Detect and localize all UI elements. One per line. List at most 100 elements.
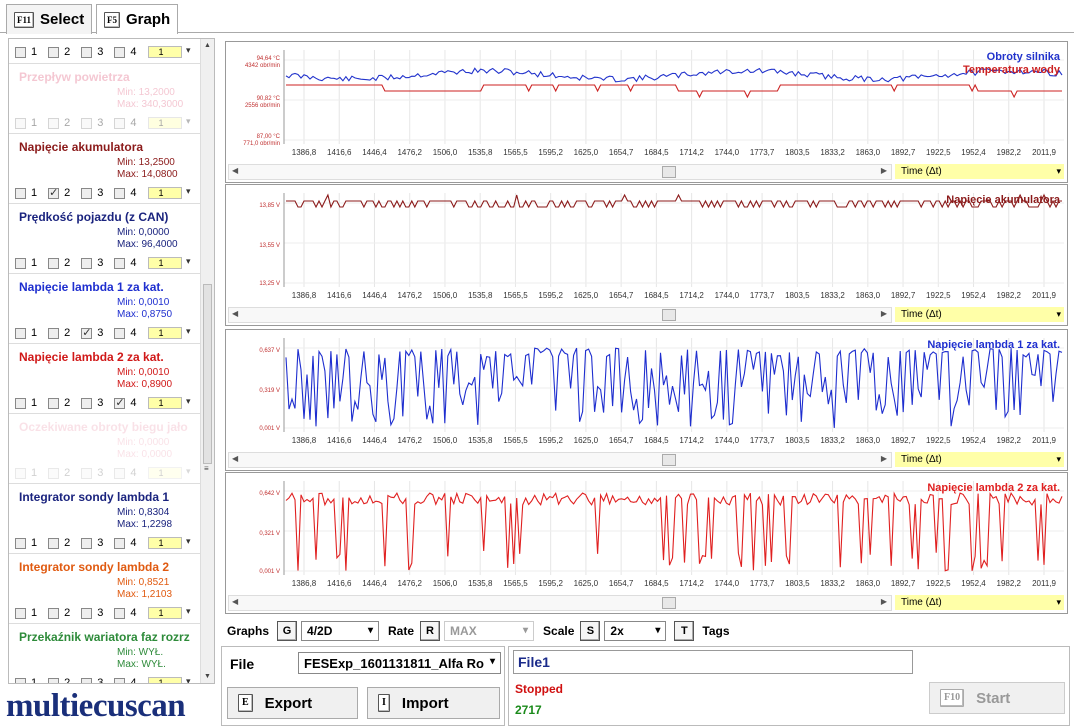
checkbox-box[interactable] <box>48 186 60 199</box>
checkbox-box[interactable] <box>114 46 126 58</box>
graph-checkbox[interactable]: 3 <box>81 397 103 409</box>
graph-checkbox[interactable]: 3 <box>81 257 103 269</box>
graph-checkbox[interactable]: 4 <box>114 117 137 129</box>
graph-checkbox[interactable]: 1 <box>15 607 37 619</box>
channel-item[interactable]: Napięcie akumulatora Min: 13,2500 Max: 1… <box>9 134 201 204</box>
checkbox-box[interactable] <box>15 397 26 409</box>
axis-dropdown[interactable]: 1 <box>147 45 191 58</box>
checkbox-box[interactable] <box>81 397 93 409</box>
checkbox-box[interactable] <box>81 607 93 619</box>
checkbox-box[interactable] <box>48 46 60 58</box>
graph-checkbox[interactable]: 2 <box>48 257 70 269</box>
file-select[interactable]: FESExp_1601131811_Alfa Ro <box>298 652 501 674</box>
checkbox-box[interactable] <box>81 46 93 58</box>
axis-dropdown[interactable]: 1 <box>147 326 191 339</box>
checkbox-box[interactable] <box>48 257 60 269</box>
checkbox-box[interactable] <box>15 327 26 339</box>
graph-checkbox[interactable]: 2 <box>48 186 70 199</box>
graph-checkbox[interactable]: 4 <box>114 396 137 409</box>
checkbox-box[interactable] <box>15 257 26 269</box>
graph-checkbox[interactable]: 2 <box>48 397 70 409</box>
graph-checkbox[interactable]: 3 <box>81 326 103 339</box>
channel-item[interactable]: Napięcie lambda 2 za kat. Min: 0,0010 Ma… <box>9 344 201 414</box>
graph-checkbox[interactable]: 2 <box>48 467 70 479</box>
graph-panel[interactable]: 1386,8 1416,6 1446,4 1476,2 1506,0 1535,8 1565… <box>225 41 1068 183</box>
graph-checkbox[interactable]: 1 <box>15 397 37 409</box>
checkbox-box[interactable] <box>48 537 60 549</box>
checkbox-box[interactable] <box>114 396 126 409</box>
graph-checkbox[interactable]: 1 <box>15 117 37 129</box>
graph-checkbox[interactable]: 1 <box>15 257 37 269</box>
checkbox-box[interactable] <box>114 117 126 129</box>
graph-checkbox[interactable]: 2 <box>48 677 70 683</box>
tab-select[interactable]: F11 Select <box>6 4 93 34</box>
graphs-select[interactable]: 4/2D <box>301 621 380 641</box>
checkbox-box[interactable] <box>81 187 93 199</box>
rate-key[interactable]: R <box>420 621 441 641</box>
checkbox-box[interactable] <box>48 327 60 339</box>
checkbox-box[interactable] <box>81 677 93 683</box>
channel-item[interactable]: Integrator sondy lambda 2 Min: 0,8521 Ma… <box>9 554 201 624</box>
checkbox-box[interactable] <box>48 397 60 409</box>
time-scrollbar[interactable]: ◀ ▶ <box>228 452 892 468</box>
export-button[interactable]: E Export <box>227 687 358 719</box>
graph-checkbox[interactable]: 1 <box>15 467 37 479</box>
time-scrollbar[interactable]: ◀ ▶ <box>228 164 892 180</box>
graph-panel[interactable]: 1386,8 1416,6 1446,4 1476,2 1506,0 1535,8 1565… <box>225 329 1068 471</box>
start-button[interactable]: F10 Start <box>929 682 1065 714</box>
scroll-left-icon[interactable]: ◀ <box>232 597 238 606</box>
checkbox-box[interactable] <box>15 677 26 683</box>
scale-key[interactable]: S <box>580 621 601 641</box>
time-axis-select[interactable]: Time (Δt) <box>895 307 1064 322</box>
graph-checkbox[interactable]: 4 <box>114 187 137 199</box>
scrollbar-thumb[interactable] <box>662 309 676 321</box>
checkbox-box[interactable] <box>15 187 26 199</box>
checkbox-box[interactable] <box>81 117 93 129</box>
graph-checkbox[interactable]: 3 <box>81 117 103 129</box>
graphs-key[interactable]: G <box>277 621 298 641</box>
axis-dropdown[interactable]: 1 <box>147 536 191 549</box>
graph-checkbox[interactable]: 1 <box>15 537 37 549</box>
checkbox-box[interactable] <box>114 327 126 339</box>
graph-checkbox[interactable]: 4 <box>114 677 137 683</box>
graph-checkbox[interactable]: 2 <box>48 46 70 58</box>
scroll-left-icon[interactable]: ◀ <box>232 454 238 463</box>
graph-checkbox[interactable]: 2 <box>48 327 70 339</box>
scale-select[interactable]: 2x <box>604 621 667 641</box>
time-scrollbar[interactable]: ◀ ▶ <box>228 307 892 323</box>
graph-checkbox[interactable]: 2 <box>48 537 70 549</box>
sidebar-scrollbar[interactable]: ▲ ≡ ▼ <box>200 39 214 683</box>
scroll-up-icon[interactable]: ▲ <box>204 42 211 49</box>
checkbox-box[interactable] <box>48 607 60 619</box>
checkbox-box[interactable] <box>114 257 126 269</box>
graph-panel[interactable]: 1386,8 1416,6 1446,4 1476,2 1506,0 1535,8 1565… <box>225 472 1068 614</box>
checkbox-box[interactable] <box>15 46 26 58</box>
scrollbar-thumb[interactable] <box>662 597 676 609</box>
axis-dropdown[interactable]: 1 <box>147 606 191 619</box>
checkbox-box[interactable] <box>15 537 26 549</box>
checkbox-box[interactable] <box>114 607 126 619</box>
graph-checkbox[interactable]: 4 <box>114 327 137 339</box>
checkbox-box[interactable] <box>15 117 26 129</box>
time-axis-select[interactable]: Time (Δt) <box>895 452 1064 467</box>
scroll-right-icon[interactable]: ▶ <box>881 597 887 606</box>
axis-dropdown[interactable]: 1 <box>147 116 191 129</box>
axis-dropdown[interactable]: 1 <box>147 396 191 409</box>
graph-checkbox[interactable]: 4 <box>114 46 137 58</box>
checkbox-box[interactable] <box>81 257 93 269</box>
channel-item[interactable]: 12341 <box>9 39 201 64</box>
channel-item[interactable]: Oczekiwane obroty biegu jało Min: 0,0000… <box>9 414 201 484</box>
checkbox-box[interactable] <box>15 607 26 619</box>
scroll-right-icon[interactable]: ▶ <box>881 166 887 175</box>
graph-checkbox[interactable]: 3 <box>81 677 103 683</box>
checkbox-box[interactable] <box>48 467 60 479</box>
graph-checkbox[interactable]: 4 <box>114 607 137 619</box>
rate-select[interactable]: MAX <box>444 621 535 641</box>
graph-checkbox[interactable]: 4 <box>114 467 137 479</box>
tab-graph[interactable]: F5 Graph <box>96 4 179 34</box>
time-scrollbar[interactable]: ◀ ▶ <box>228 595 892 611</box>
checkbox-box[interactable] <box>48 677 60 683</box>
filename-input[interactable]: File1 <box>513 650 913 674</box>
checkbox-box[interactable] <box>114 467 126 479</box>
scroll-right-icon[interactable]: ▶ <box>881 454 887 463</box>
